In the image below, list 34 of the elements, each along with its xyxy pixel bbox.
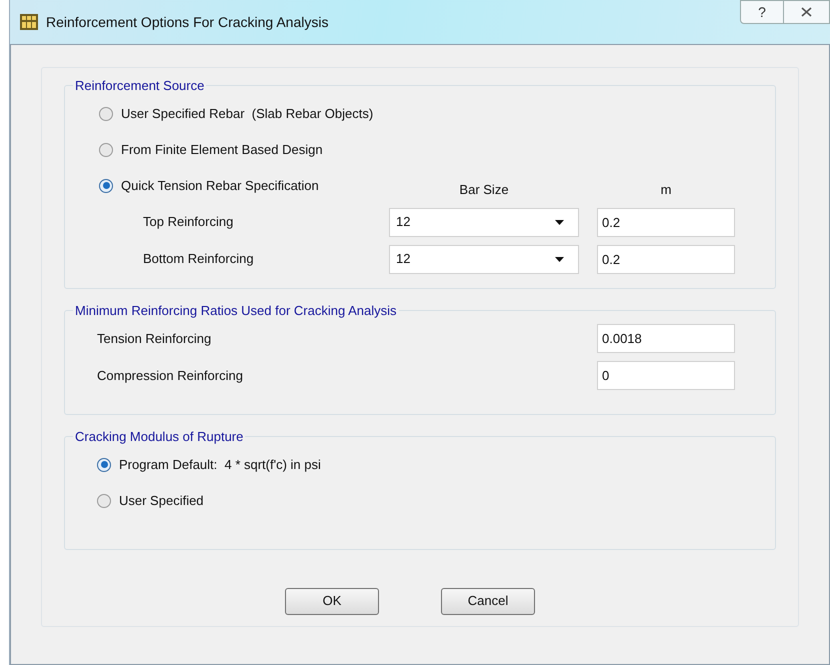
row-label: Compression Reinforcing <box>97 366 243 385</box>
ratio-field[interactable]: 0 <box>597 361 735 390</box>
row-label: Top Reinforcing <box>143 213 234 232</box>
app-icon <box>20 14 38 30</box>
spacing-field[interactable]: 0.2 <box>597 244 735 274</box>
radio-label: Program Default: 4 * sqrt(f'c) in psi <box>119 456 321 474</box>
dropdown-arrow-icon <box>555 256 564 262</box>
radio-button[interactable] <box>99 106 113 120</box>
group-title: Reinforcement Source <box>74 77 206 95</box>
help-button[interactable]: ? <box>740 0 784 24</box>
radio-label: User Specified Rebar (Slab Rebar Objects) <box>121 104 374 123</box>
row-label: Tension Reinforcing <box>97 330 212 348</box>
group-title: Minimum Reinforcing Ratios Used for Cracking Analysis <box>74 302 398 320</box>
dialog-button[interactable]: OK <box>285 588 379 614</box>
column-header: m <box>660 180 672 199</box>
radio-label: From Finite Element Based Design <box>121 140 323 159</box>
radio-label: Quick Tension Rebar Specification <box>121 176 319 195</box>
group-title: Cracking Modulus of Rupture <box>74 428 244 446</box>
dialog-button[interactable]: Cancel <box>441 588 535 614</box>
close-icon <box>801 7 812 17</box>
dropdown-arrow-icon <box>555 220 564 224</box>
close-button[interactable] <box>784 0 830 24</box>
row-label: Bottom Reinforcing <box>143 250 254 268</box>
spacing-field[interactable]: 0.2 <box>597 208 735 236</box>
window-title: Reinforcement Options For Cracking Analysis <box>46 12 328 32</box>
radio-button[interactable] <box>99 178 113 192</box>
radio-button[interactable] <box>97 458 111 472</box>
bar-size-dropdown[interactable]: 12 <box>389 208 579 236</box>
column-header: Bar Size <box>458 180 510 199</box>
radio-button[interactable] <box>97 494 111 508</box>
radio-button[interactable] <box>99 142 113 156</box>
ratio-field[interactable]: 0.0018 <box>597 324 735 353</box>
radio-label: User Specified <box>119 492 204 510</box>
bar-size-dropdown[interactable]: 12 <box>389 244 579 274</box>
